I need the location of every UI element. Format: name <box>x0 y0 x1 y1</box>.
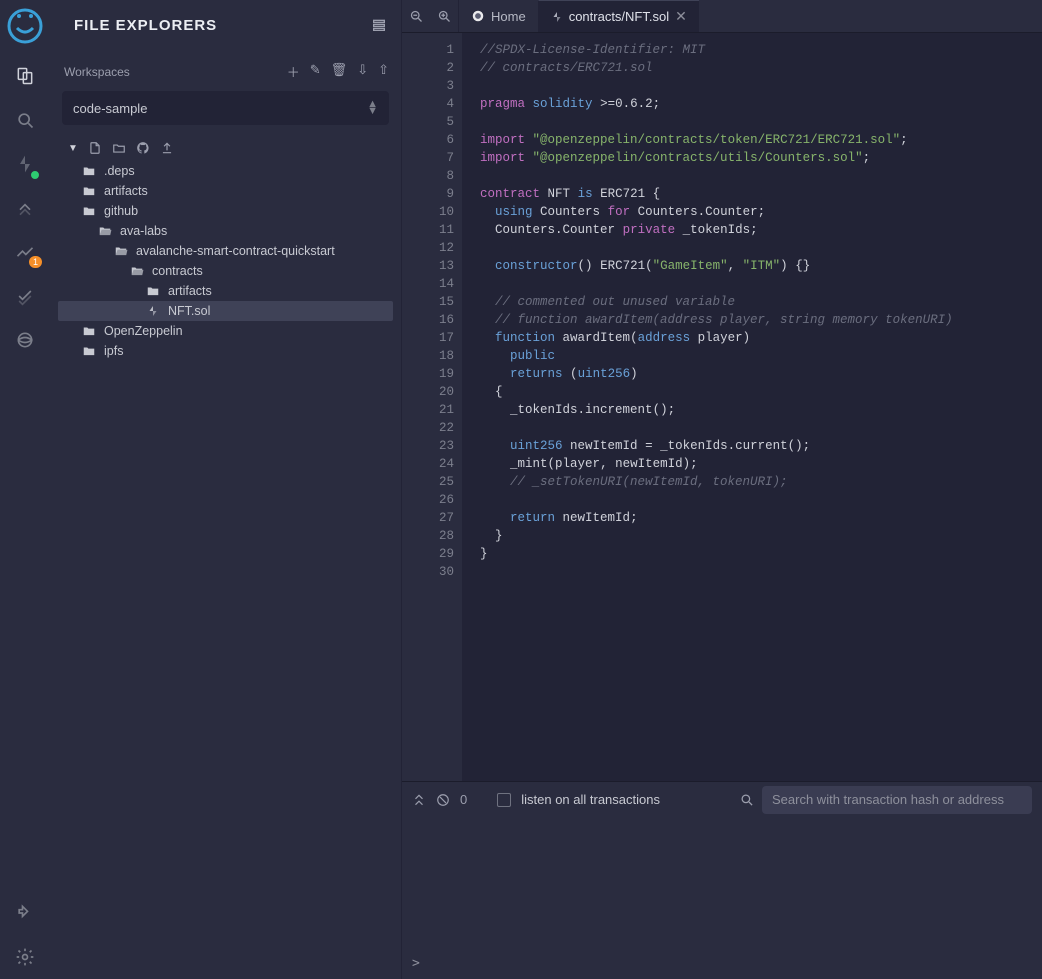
tree-item-label: .deps <box>104 164 135 178</box>
tree-item-label: ipfs <box>104 344 123 358</box>
select-caret-icon: ▲▼ <box>367 101 378 115</box>
workspace-upload-icon[interactable]: ⇧ <box>378 62 389 81</box>
tree-item[interactable]: artifacts <box>58 281 393 301</box>
folder-open-icon <box>130 264 144 278</box>
remix-logo[interactable] <box>5 6 45 46</box>
tab-home[interactable]: Home <box>458 0 538 32</box>
terminal-search-input[interactable] <box>762 786 1032 814</box>
panel-menu-icon[interactable] <box>371 17 387 33</box>
terminal-output[interactable]: > <box>402 817 1042 979</box>
settings-icon[interactable] <box>0 935 50 979</box>
panel-title: FILE EXPLORERS <box>74 17 217 34</box>
search-icon[interactable] <box>0 98 50 142</box>
tree-item[interactable]: contracts <box>58 261 393 281</box>
tree-item[interactable]: OpenZeppelin <box>58 321 393 341</box>
tree-item-label: ava-labs <box>120 224 167 238</box>
terminal-search-icon[interactable] <box>739 792 754 807</box>
file-sol-icon <box>146 305 160 317</box>
tree-item[interactable]: github <box>58 201 393 221</box>
compiler-icon[interactable] <box>0 142 50 186</box>
tab-active-file-label: contracts/NFT.sol <box>569 9 669 24</box>
editor-tabs-bar: Home contracts/NFT.sol ✕ <box>402 0 1042 33</box>
home-tab-icon <box>471 9 485 23</box>
vertical-icon-bar: 1 <box>0 0 50 979</box>
new-file-icon[interactable] <box>88 141 102 155</box>
folder-icon <box>82 344 96 358</box>
tree-item[interactable]: ava-labs <box>58 221 393 241</box>
tree-item-label: artifacts <box>168 284 212 298</box>
tree-item[interactable]: .deps <box>58 161 393 181</box>
file-explorer-icon[interactable] <box>0 54 50 98</box>
solidity-file-icon <box>551 11 563 23</box>
deploy-icon[interactable] <box>0 186 50 230</box>
workspaces-label: Workspaces <box>64 65 130 79</box>
compiler-status-ok-icon <box>30 170 40 180</box>
listen-label: listen on all transactions <box>521 792 660 807</box>
upload-local-icon[interactable] <box>160 141 174 155</box>
tree-item-label: avalanche-smart-contract-quickstart <box>136 244 335 258</box>
folder-icon <box>82 324 96 338</box>
tab-home-label: Home <box>491 9 526 24</box>
tree-item-label: NFT.sol <box>168 304 210 318</box>
workspace-delete-icon[interactable]: 🗑 <box>331 62 348 81</box>
plugin-icon[interactable] <box>0 318 50 362</box>
listen-checkbox[interactable] <box>497 793 511 807</box>
line-number-gutter: 1234567891011121314151617181920212223242… <box>402 33 462 781</box>
zoom-out-icon[interactable] <box>402 0 430 32</box>
debugger-icon[interactable] <box>0 274 50 318</box>
workspace-selected-value: code-sample <box>73 101 147 116</box>
panel-header: FILE EXPLORERS <box>50 0 401 40</box>
terminal-prompt: > <box>412 956 1032 971</box>
tab-active-file[interactable]: contracts/NFT.sol ✕ <box>538 0 699 32</box>
tree-item-label: github <box>104 204 138 218</box>
tree-toolbar: ▼ <box>58 137 393 161</box>
terminal-collapse-icon[interactable] <box>412 793 426 807</box>
tree-item[interactable]: NFT.sol <box>58 301 393 321</box>
new-folder-icon[interactable] <box>112 141 126 155</box>
folder-icon <box>146 284 160 298</box>
analytics-icon[interactable]: 1 <box>0 230 50 274</box>
folder-icon <box>82 164 96 178</box>
tree-item[interactable]: artifacts <box>58 181 393 201</box>
workspace-rename-icon[interactable]: ✎ <box>310 62 321 81</box>
plugin-manager-icon[interactable] <box>0 891 50 935</box>
code-editor[interactable]: 1234567891011121314151617181920212223242… <box>402 33 1042 781</box>
terminal-clear-icon[interactable] <box>436 793 450 807</box>
workspace-create-icon[interactable]: ＋ <box>287 62 300 81</box>
tree-collapse-caret-icon[interactable]: ▼ <box>68 143 78 154</box>
terminal-toolbar: 0 listen on all transactions <box>402 781 1042 817</box>
workspace-action-icons: ＋ ✎ 🗑 ⇩ ⇧ <box>287 62 389 81</box>
file-explorer-panel: FILE EXPLORERS Workspaces ＋ ✎ 🗑 ⇩ ⇧ code… <box>50 0 402 979</box>
github-icon[interactable] <box>136 141 150 155</box>
tab-close-icon[interactable]: ✕ <box>675 8 687 25</box>
tree-item[interactable]: avalanche-smart-contract-quickstart <box>58 241 393 261</box>
tree-item[interactable]: ipfs <box>58 341 393 361</box>
workspace-select[interactable]: code-sample ▲▼ <box>62 91 389 125</box>
code-content[interactable]: //SPDX-License-Identifier: MIT// contrac… <box>462 33 1042 781</box>
workspace-download-icon[interactable]: ⇩ <box>357 62 368 81</box>
file-tree: ▼ .deps artifacts github ava-labs avalanche-… <box>50 133 401 979</box>
main-column: Home contracts/NFT.sol ✕ 123456789101112… <box>402 0 1042 979</box>
folder-open-icon <box>98 224 112 238</box>
workspaces-row: Workspaces ＋ ✎ 🗑 ⇩ ⇧ <box>50 40 401 87</box>
zoom-in-icon[interactable] <box>430 0 458 32</box>
tree-item-label: contracts <box>152 264 203 278</box>
folder-icon <box>82 204 96 218</box>
tree-item-label: OpenZeppelin <box>104 324 183 338</box>
analytics-badge: 1 <box>29 256 42 268</box>
tree-item-label: artifacts <box>104 184 148 198</box>
pending-tx-count: 0 <box>460 792 467 807</box>
folder-icon <box>82 184 96 198</box>
folder-open-icon <box>114 244 128 258</box>
